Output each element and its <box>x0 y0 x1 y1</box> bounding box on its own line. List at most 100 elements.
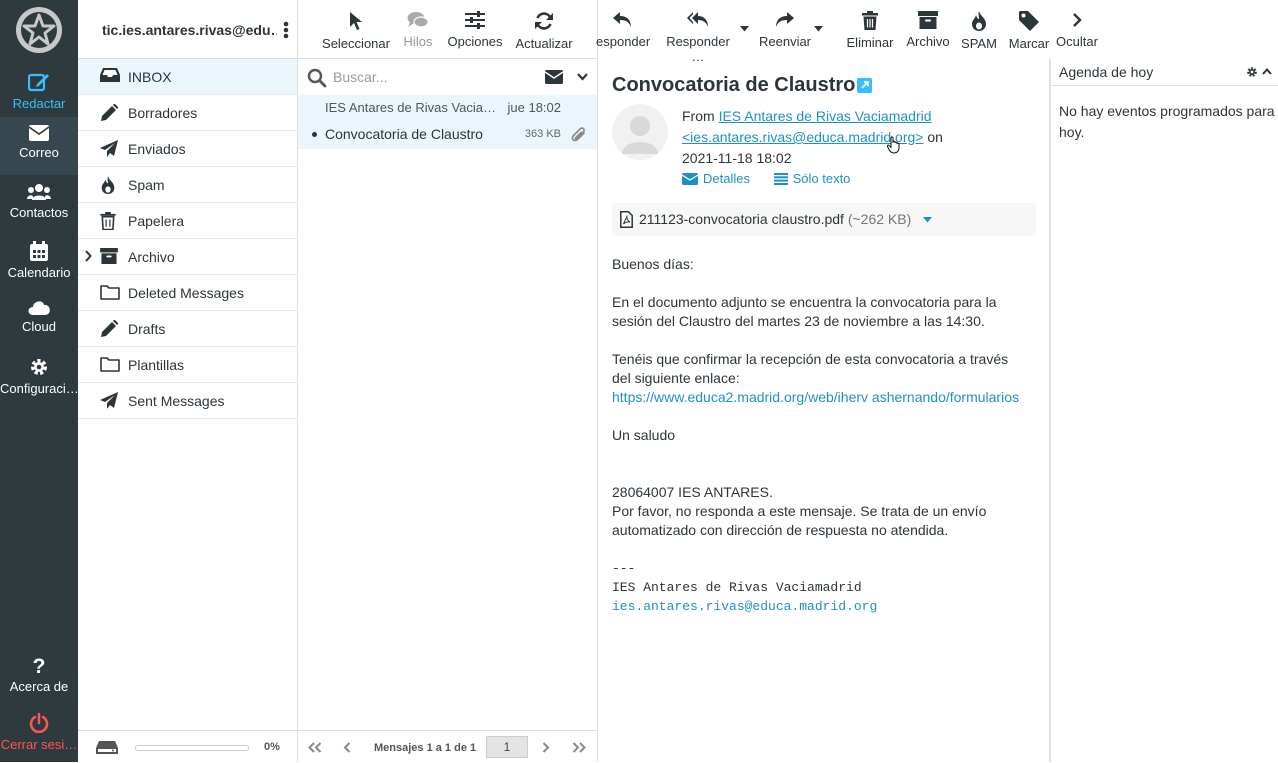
attachment-item[interactable]: 211123-convocatoria claustro.pdf (~262 K… <box>612 203 1036 236</box>
refresh-button[interactable]: Actualizar <box>512 8 576 56</box>
reply-all-button[interactable]: Responder … <box>658 8 738 64</box>
folder-item-papelera[interactable]: Papelera <box>78 203 297 239</box>
folder-item-sent-messages[interactable]: Sent Messages <box>78 383 297 419</box>
calendar-icon <box>30 241 48 261</box>
open-in-new-window-icon[interactable] <box>857 78 872 93</box>
spam-button[interactable]: SPAM <box>960 8 998 56</box>
folder-label: Archivo <box>128 249 175 265</box>
message-from: IES Antares de Rivas Vaciam… <box>325 100 501 115</box>
envelope-icon <box>682 172 698 185</box>
next-page-icon[interactable] <box>542 742 550 753</box>
calendar-button[interactable]: Calendario <box>0 233 78 291</box>
agenda-tools <box>1246 66 1272 78</box>
calendar-label: Calendario <box>7 265 71 280</box>
forward-dropdown-icon[interactable] <box>814 26 823 32</box>
threads-label: Hilos <box>403 34 433 49</box>
folder-item-inbox[interactable]: INBOX <box>78 59 297 95</box>
roundcube-logo[interactable] <box>14 5 64 55</box>
folder-label: Plantillas <box>128 357 185 373</box>
details-link[interactable]: Detalles <box>682 171 760 186</box>
gear-icon <box>31 359 47 375</box>
trash-icon <box>100 212 116 230</box>
plain-text-link[interactable]: Sólo texto <box>773 171 861 186</box>
reply-button[interactable]: esponder <box>596 8 651 56</box>
quota-percent: 0% <box>264 741 280 753</box>
envelope-filter-icon[interactable] <box>545 70 563 84</box>
folder-item-enviados[interactable]: Enviados <box>78 131 297 167</box>
folder-item-borradores[interactable]: Borradores <box>78 95 297 131</box>
folder-label: Enviados <box>128 141 186 157</box>
trash-icon <box>862 11 878 30</box>
folder-label: Sent Messages <box>128 393 225 409</box>
signature-name: IES Antares de Rivas Vaciamadrid <box>612 580 862 595</box>
folder-item-drafts[interactable]: Drafts <box>78 311 297 347</box>
tag-icon <box>1019 11 1039 31</box>
hide-button[interactable]: Ocultar <box>1054 8 1100 56</box>
mail-label: Correo <box>19 145 59 160</box>
body-code: 28064007 IES ANTARES. <box>612 484 773 500</box>
pdf-file-icon <box>620 211 633 228</box>
select-button[interactable]: Seleccionar <box>320 8 392 56</box>
main-toolbar: Seleccionar Hilos Opciones Actualizar es… <box>298 0 1278 64</box>
inbox-icon <box>100 68 120 82</box>
search-input[interactable]: Buscar... <box>333 69 387 85</box>
prev-page-icon[interactable] <box>343 742 351 753</box>
message-datetime: 2021-11-18 18:02 <box>682 150 792 166</box>
options-button[interactable]: Opciones <box>446 8 504 56</box>
compose-button[interactable]: Redactar <box>0 64 78 122</box>
chevron-down-icon[interactable] <box>577 73 588 81</box>
reply-label: esponder <box>596 34 651 49</box>
message-reader: Convocatoria de Claustro From IES Antare… <box>598 59 1050 762</box>
envelope-icon <box>29 125 49 141</box>
contacts-button[interactable]: Contactos <box>0 175 78 233</box>
mail-button[interactable]: Correo <box>0 117 78 175</box>
body-paragraph-1: En el documento adjunto se encuentra la … <box>612 294 997 329</box>
about-button[interactable]: ? Acerca de <box>0 647 78 705</box>
folder-label: Papelera <box>128 213 185 229</box>
folder-item-plantillas[interactable]: Plantillas <box>78 347 297 383</box>
search-bar[interactable]: Buscar... <box>298 59 597 95</box>
body-note: Por favor, no responda a este mensaje. S… <box>612 503 987 538</box>
unread-dot <box>312 132 317 137</box>
compose-icon <box>28 73 49 92</box>
reply-icon <box>613 12 631 27</box>
header-options: Detalles Sólo texto <box>682 171 870 188</box>
page-number-input[interactable]: 1 <box>486 736 528 758</box>
expand-icon[interactable] <box>84 250 92 262</box>
settings-button[interactable]: Configuraci… <box>0 349 79 407</box>
refresh-icon <box>535 12 553 30</box>
threads-button[interactable]: Hilos <box>401 8 435 56</box>
attachment-menu-icon[interactable] <box>923 217 932 223</box>
more-vertical-icon[interactable] <box>283 21 289 39</box>
forward-button[interactable]: Reenviar <box>756 8 814 56</box>
message-row[interactable]: IES Antares de Rivas Vaciam… jue 18:02 C… <box>298 95 597 149</box>
folder-item-spam[interactable]: Spam <box>78 167 297 203</box>
form-url-link[interactable]: https://www.educa2.madrid.org/web/iherv … <box>612 389 1019 405</box>
first-page-icon[interactable] <box>308 742 322 753</box>
refresh-label: Actualizar <box>515 36 573 51</box>
attachment-size: (~262 KB) <box>847 211 912 227</box>
select-label: Seleccionar <box>322 36 390 51</box>
search-icon <box>307 68 327 88</box>
forward-icon <box>776 12 794 27</box>
cloud-button[interactable]: Cloud <box>0 291 78 349</box>
folder-item-deleted-messages[interactable]: Deleted Messages <box>78 275 297 311</box>
list-icon <box>773 172 788 185</box>
last-page-icon[interactable] <box>572 742 586 753</box>
agenda-settings-icon[interactable] <box>1246 66 1258 78</box>
message-subject: Convocatoria de Claustro <box>325 126 483 142</box>
fire-icon <box>100 176 116 194</box>
agenda-empty-message: No hay eventos programados para hoy. <box>1059 103 1275 140</box>
folder-item-archivo[interactable]: Archivo <box>78 239 297 275</box>
archive-button[interactable]: Archivo <box>904 8 952 56</box>
logout-button[interactable]: Cerrar sesi… <box>0 705 78 763</box>
plain-text-label: Sólo texto <box>792 171 851 186</box>
fire-icon <box>972 11 986 31</box>
reply-all-dropdown-icon[interactable] <box>740 26 749 32</box>
from-label: From <box>682 108 715 124</box>
sender-name-link[interactable]: IES Antares de Rivas Vaciamadrid <box>719 108 932 124</box>
delete-button[interactable]: Eliminar <box>842 8 898 56</box>
chevron-up-icon[interactable] <box>1262 66 1272 78</box>
signature-email-link[interactable]: ies.antares.rivas@educa.madrid.org <box>612 597 1049 616</box>
mark-button[interactable]: Marcar <box>1006 8 1052 56</box>
